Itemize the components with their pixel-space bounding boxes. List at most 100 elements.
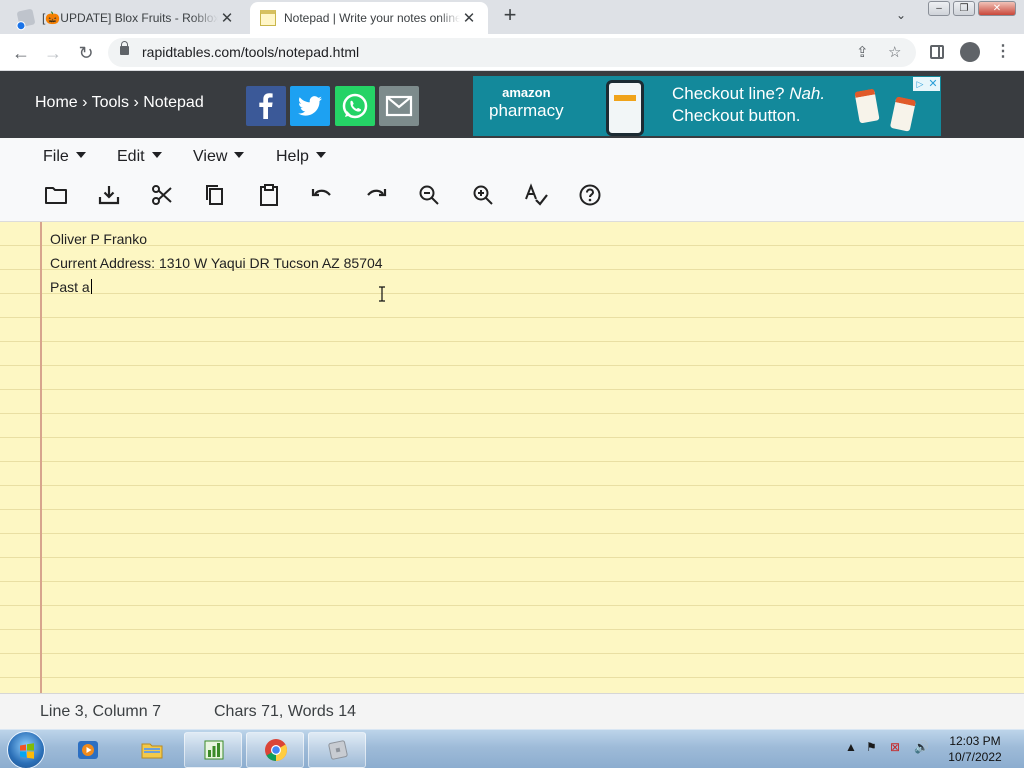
notepad-editor[interactable]: Oliver P Franko Current Address: 1310 W … bbox=[0, 222, 1024, 693]
lock-icon[interactable] bbox=[120, 41, 129, 55]
tab-notepad[interactable]: Notepad | Write your notes online ✕ bbox=[250, 2, 488, 34]
caret-down-icon bbox=[151, 151, 162, 158]
taskbar-chrome[interactable] bbox=[246, 732, 304, 768]
taskbar-app[interactable] bbox=[184, 732, 242, 768]
chrome-icon bbox=[265, 739, 287, 761]
facebook-icon[interactable] bbox=[246, 86, 286, 126]
cursor-position: Line 3, Column 7 bbox=[40, 703, 161, 720]
volume-icon[interactable]: 🔊 bbox=[914, 740, 929, 754]
breadcrumb-home-link[interactable]: Home bbox=[35, 94, 78, 111]
zoom-in-icon[interactable] bbox=[470, 182, 496, 208]
ad-brand: amazon pharmacy bbox=[489, 85, 564, 121]
menu-help[interactable]: Help bbox=[276, 148, 326, 166]
editor-line[interactable]: Oliver P Franko bbox=[50, 227, 383, 251]
ibeam-cursor-icon bbox=[379, 286, 385, 302]
help-icon[interactable] bbox=[577, 182, 603, 208]
taskbar-explorer[interactable] bbox=[122, 732, 180, 768]
ad-headline-1: Checkout line? Nah. bbox=[672, 84, 825, 104]
caret-down-icon bbox=[234, 151, 245, 158]
ad-bottle-image bbox=[889, 96, 917, 132]
undo-icon[interactable] bbox=[309, 182, 335, 208]
action-center-icon[interactable]: ⚑ bbox=[866, 740, 877, 754]
save-icon[interactable] bbox=[96, 182, 122, 208]
open-icon[interactable] bbox=[43, 182, 69, 208]
whatsapp-icon[interactable] bbox=[335, 86, 375, 126]
breadcrumb-tools-link[interactable]: Tools bbox=[92, 94, 129, 111]
start-button[interactable] bbox=[7, 731, 45, 768]
char-word-count: Chars 71, Words 14 bbox=[214, 703, 356, 720]
caret-down-icon bbox=[75, 151, 86, 158]
ad-brand-top: amazon bbox=[502, 85, 551, 100]
twitter-icon[interactable] bbox=[290, 86, 330, 126]
advertisement-banner[interactable]: amazon pharmacy Checkout line? Nah. Chec… bbox=[473, 76, 941, 136]
menu-file[interactable]: File bbox=[43, 148, 86, 166]
windows-logo-icon bbox=[20, 743, 34, 759]
menu-view[interactable]: View bbox=[193, 148, 245, 166]
breadcrumb-separator: › bbox=[133, 94, 139, 111]
kebab-menu-icon[interactable]: ⋮ bbox=[992, 41, 1014, 63]
editor-line[interactable]: Past a bbox=[50, 279, 90, 295]
address-bar[interactable]: rapidtables.com/tools/notepad.html ⇪ ☆ bbox=[108, 38, 916, 67]
menu-view-label: View bbox=[193, 148, 228, 165]
paste-icon[interactable] bbox=[256, 182, 282, 208]
minimize-button[interactable]: – bbox=[928, 1, 950, 16]
text-caret bbox=[90, 279, 92, 294]
email-icon[interactable] bbox=[379, 86, 419, 126]
show-hidden-icons-icon[interactable]: ▲ bbox=[845, 740, 857, 754]
url-text[interactable]: rapidtables.com/tools/notepad.html bbox=[142, 44, 359, 60]
close-window-button[interactable]: ✕ bbox=[978, 1, 1016, 16]
roblox-icon bbox=[328, 740, 348, 760]
adchoices-icon[interactable]: ▷ bbox=[913, 77, 927, 91]
restore-button[interactable]: ❐ bbox=[953, 1, 975, 16]
system-clock[interactable]: 12:03 PM 10/7/2022 bbox=[940, 733, 1010, 765]
editor-line[interactable]: Current Address: 1310 W Yaqui DR Tucson … bbox=[50, 251, 383, 275]
roblox-icon bbox=[16, 8, 36, 28]
side-panel-icon[interactable] bbox=[930, 45, 944, 59]
reload-icon[interactable]: ↻ bbox=[74, 41, 98, 65]
profile-avatar-icon[interactable] bbox=[960, 42, 980, 62]
tab-blox-fruits[interactable]: [🎃UPDATE] Blox Fruits - Roblox ✕ bbox=[8, 2, 246, 34]
media-player-icon bbox=[78, 741, 98, 759]
ad-headline-1a: Checkout line? bbox=[672, 84, 790, 103]
taskbar-media-player[interactable] bbox=[58, 732, 116, 768]
network-icon[interactable]: ⊠ bbox=[890, 740, 900, 754]
notepad-appbar: File Edit View Help bbox=[0, 138, 1024, 222]
windows-taskbar: ▲ ⚑ ⊠ 🔊 12:03 PM 10/7/2022 bbox=[0, 729, 1024, 768]
caret-down-icon bbox=[315, 151, 326, 158]
breadcrumb: Home › Tools › Notepad bbox=[35, 94, 204, 112]
menu-edit[interactable]: Edit bbox=[117, 148, 162, 166]
clock-time: 12:03 PM bbox=[949, 734, 1001, 748]
back-icon[interactable]: ← bbox=[9, 41, 33, 65]
clock-date: 10/7/2022 bbox=[948, 750, 1002, 764]
bookmark-star-icon[interactable]: ☆ bbox=[888, 43, 901, 61]
ad-bottle-image bbox=[854, 88, 880, 124]
ad-close-icon[interactable]: ✕ bbox=[926, 77, 940, 91]
breadcrumb-separator: › bbox=[82, 94, 88, 111]
editor-text[interactable]: Oliver P Franko Current Address: 1310 W … bbox=[50, 227, 383, 299]
taskbar-roblox[interactable] bbox=[308, 732, 366, 768]
new-tab-button[interactable]: + bbox=[498, 4, 522, 28]
close-tab-icon[interactable]: ✕ bbox=[218, 9, 236, 27]
tab-title: [🎃UPDATE] Blox Fruits - Roblox bbox=[42, 11, 218, 25]
menu-file-label: File bbox=[43, 148, 69, 165]
share-icon[interactable]: ⇪ bbox=[856, 43, 869, 61]
forward-icon[interactable]: → bbox=[41, 41, 65, 65]
editor-line-current[interactable]: Past a bbox=[50, 275, 383, 299]
zoom-out-icon[interactable] bbox=[416, 182, 442, 208]
notepad-icon bbox=[260, 10, 276, 26]
ad-brand-bottom: pharmacy bbox=[489, 101, 564, 120]
menu-edit-label: Edit bbox=[117, 148, 145, 165]
ad-headline-2: Checkout button. bbox=[672, 106, 801, 125]
chart-app-icon bbox=[204, 740, 224, 760]
copy-icon[interactable] bbox=[202, 182, 228, 208]
tab-title: Notepad | Write your notes online bbox=[284, 11, 460, 25]
cut-icon[interactable] bbox=[149, 182, 175, 208]
tab-search-chevron-icon[interactable]: ⌄ bbox=[896, 8, 906, 22]
status-bar: Line 3, Column 7 Chars 71, Words 14 bbox=[0, 693, 1024, 729]
spellcheck-icon[interactable] bbox=[523, 182, 549, 208]
paper-margin-line bbox=[40, 222, 42, 693]
breadcrumb-current: Notepad bbox=[143, 94, 204, 111]
ad-phone-image bbox=[606, 80, 644, 136]
redo-icon[interactable] bbox=[363, 182, 389, 208]
close-tab-icon[interactable]: ✕ bbox=[460, 9, 478, 27]
